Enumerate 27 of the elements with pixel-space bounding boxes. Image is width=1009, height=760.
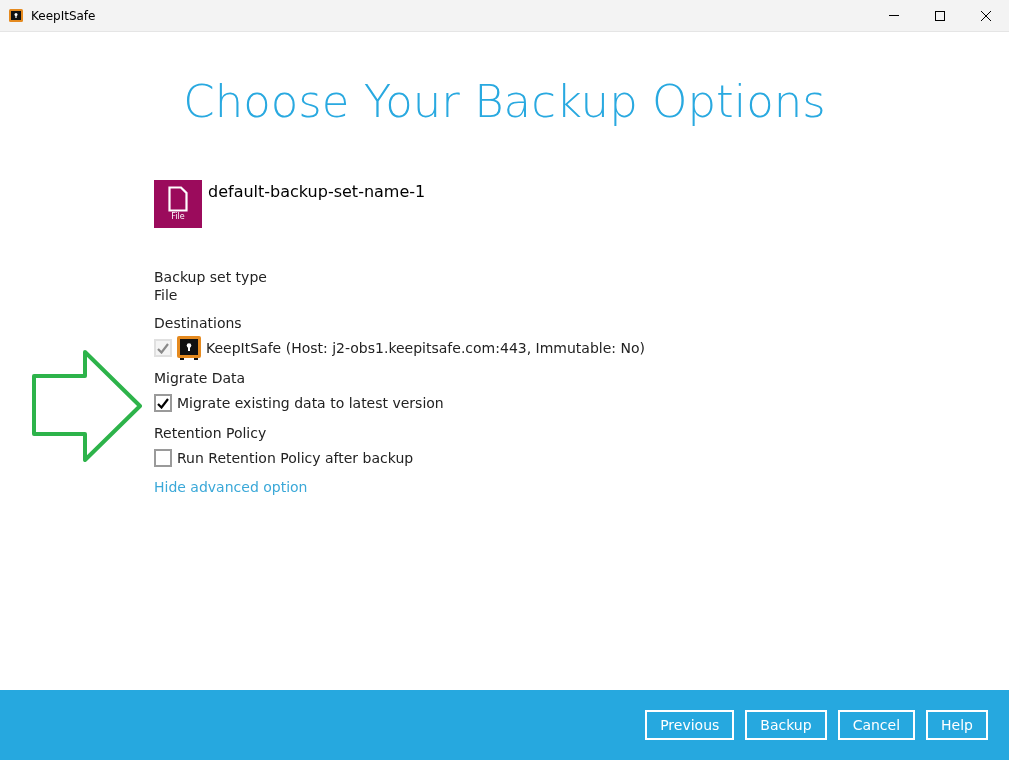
window-title: KeepItSafe [31,7,96,25]
checkbox-label: Run Retention Policy after backup [177,448,414,468]
checkmark-icon [157,342,169,354]
document-icon [168,186,188,212]
minimize-icon [889,15,899,16]
close-icon [981,10,991,21]
checkbox-label: KeepItSafe (Host: j2-obs1.keepitsafe.com:443, Immutable: No) [206,338,645,358]
footer-button[interactable]: Previous [645,710,735,740]
footer-button[interactable]: Help [926,710,988,740]
section-value: File [154,286,179,304]
safe-logo-icon [177,336,201,360]
tile-label: File [171,212,185,222]
hide-advanced-link[interactable]: Hide advanced option [154,477,308,498]
app-logo-icon [9,8,23,23]
checkbox[interactable] [154,394,172,412]
checkbox[interactable] [154,449,172,467]
checkmark-icon [157,397,169,409]
footer-button[interactable]: Cancel [837,710,916,740]
maximize-icon [935,10,945,21]
section-label: Migrate Data [154,369,247,387]
footer-button[interactable]: Backup [745,710,827,740]
backup-set-name: default-backup-set-name-1 [208,181,426,203]
section-label: Destinations [154,314,243,332]
section-label: Retention Policy [154,424,268,442]
checkbox-label: Migrate existing data to latest version [177,393,444,413]
section-label: Backup set type [154,268,268,286]
page-heading: Choose Your Backup Options [182,74,827,130]
